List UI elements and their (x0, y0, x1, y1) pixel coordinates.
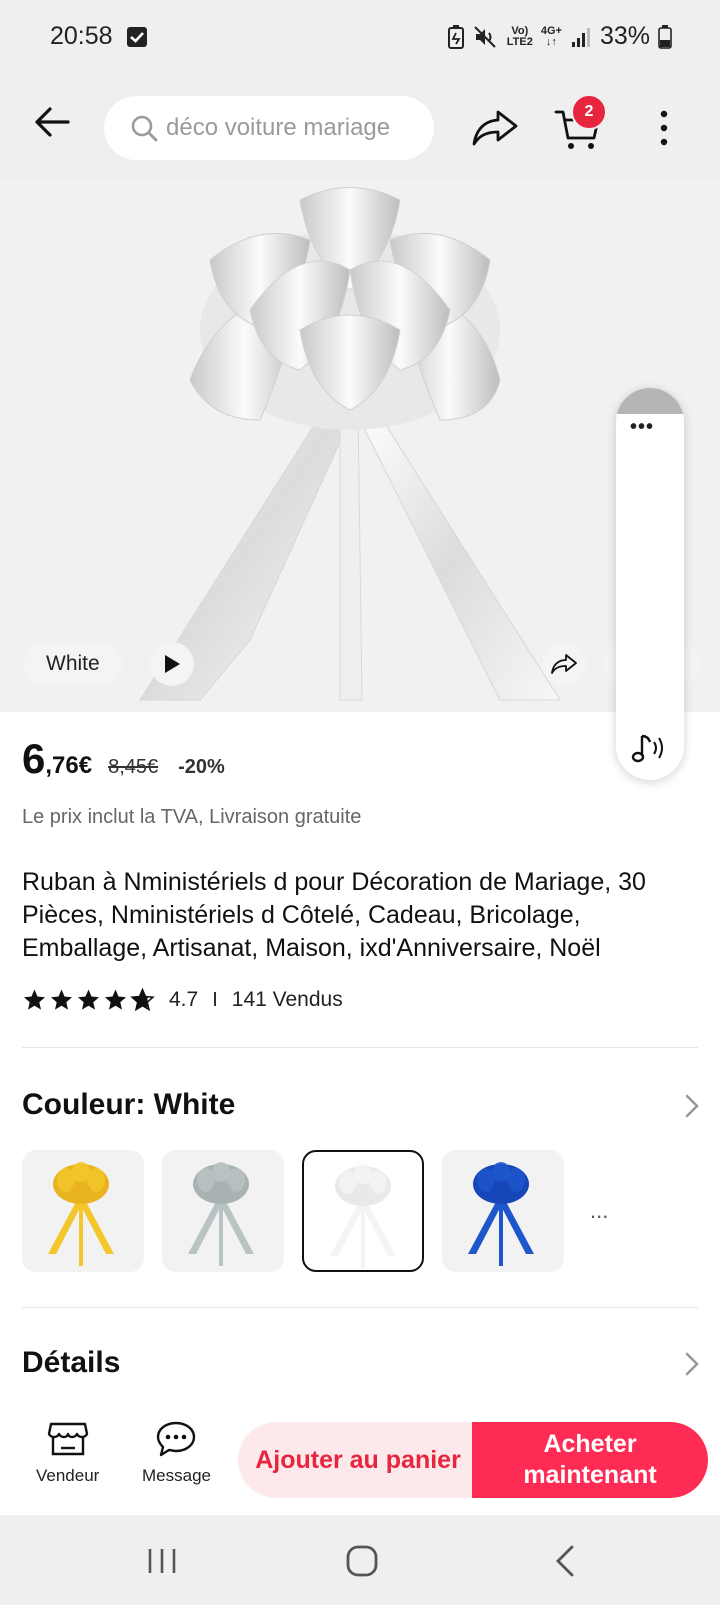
price-row: 6 ,76€ 8,45€ -20% (22, 735, 225, 783)
color-option-royal-blue[interactable] (442, 1150, 564, 1272)
original-price: 8,45€ (108, 756, 159, 778)
checkbox-notification-icon (127, 27, 147, 47)
more-colors-button[interactable]: ... (590, 1198, 608, 1224)
product-title: Ruban à Nministériels d pour Décoration … (22, 868, 646, 962)
chevron-right-icon[interactable] (682, 1350, 702, 1378)
home-icon[interactable] (342, 1541, 382, 1581)
add-to-cart-button[interactable]: Ajouter au panier (238, 1422, 478, 1498)
volte-indicator: Vo) LTE2 (506, 24, 533, 48)
star-partial-icon (130, 988, 155, 1012)
sold-count: 141 Vendus (231, 988, 343, 1011)
divider (22, 1307, 698, 1308)
music-sound-icon[interactable] (628, 728, 674, 768)
star-icon (51, 989, 72, 1010)
rating-value: 4.7 (169, 988, 199, 1011)
recent-apps-icon[interactable] (142, 1541, 182, 1581)
image-share-button[interactable] (542, 642, 586, 686)
vendor-label: Vendeur (36, 1466, 100, 1485)
floating-side-panel[interactable]: ••• (616, 388, 684, 780)
rating-stars (22, 988, 155, 1012)
volte-label: Vo) (511, 24, 529, 37)
bottom-action-bar: Vendeur Message Ajouter au panier Achete… (0, 1400, 720, 1515)
more-vertical-icon (660, 110, 668, 146)
top-toolbar: déco voiture mariage 2 (0, 76, 720, 180)
data-activity-label: ↓↑ (545, 35, 557, 48)
color-option-silver-grey[interactable] (162, 1150, 284, 1272)
bow-thumbnail-image (188, 1162, 254, 1266)
star-icon (105, 989, 126, 1010)
color-option-white[interactable] (302, 1150, 424, 1272)
play-video-button[interactable] (150, 642, 194, 686)
mute-icon (474, 25, 496, 48)
more-options-button[interactable] (650, 106, 678, 150)
color-options: ... (22, 1150, 608, 1272)
vendor-button[interactable]: Vendeur (36, 1420, 99, 1486)
bow-thumbnail-image (48, 1162, 114, 1266)
cart-count-badge: 2 (571, 94, 607, 130)
share-icon (472, 110, 518, 146)
search-input[interactable]: déco voiture mariage (104, 96, 434, 160)
bow-thumbnail-image (330, 1164, 396, 1268)
battery-saver-icon (447, 24, 464, 49)
search-placeholder: déco voiture mariage (166, 114, 391, 141)
battery-percent: 33% (599, 22, 650, 50)
lte-label: LTE2 (506, 35, 533, 48)
play-icon (165, 655, 180, 673)
details-section-title[interactable]: Détails (22, 1346, 120, 1380)
color-option-gold[interactable] (22, 1150, 144, 1272)
variant-chip[interactable]: White (24, 642, 122, 686)
system-navigation-bar (0, 1515, 720, 1605)
price-decimal: ,76€ (45, 752, 93, 779)
status-bar: 20:58 Vo) LTE2 4G+ ↓↑ 33% (0, 0, 720, 76)
share-icon (551, 654, 577, 674)
back-nav-icon[interactable] (546, 1541, 586, 1581)
star-icon (24, 989, 45, 1010)
star-icon (78, 989, 99, 1010)
signal-icon (571, 27, 590, 47)
status-time: 20:58 (50, 22, 113, 50)
message-label: Message (142, 1466, 211, 1485)
search-icon (131, 115, 158, 142)
store-icon (47, 1422, 88, 1456)
arrow-left-icon (35, 107, 70, 137)
share-button[interactable] (470, 106, 520, 150)
price-note: Le prix inclut la TVA, Livraison gratuit… (22, 806, 362, 828)
network-type-indicator: 4G+ ↓↑ (540, 24, 562, 48)
chevron-right-icon[interactable] (682, 1092, 702, 1120)
panel-menu-icon[interactable]: ••• (630, 416, 654, 439)
price-integer: 6 (22, 735, 46, 782)
rating-row[interactable]: 4.7 I 141 Vendus (22, 988, 343, 1012)
chat-bubble-icon (157, 1421, 196, 1457)
divider (22, 1047, 698, 1048)
network-type-label: 4G+ (540, 24, 562, 37)
back-button[interactable] (28, 98, 76, 146)
message-button[interactable]: Message (142, 1420, 211, 1486)
buy-now-button[interactable]: Acheter maintenant (472, 1422, 708, 1498)
bow-thumbnail-image (468, 1162, 534, 1266)
product-image (139, 187, 561, 701)
product-image-gallery[interactable]: White (0, 180, 720, 712)
status-icons: Vo) LTE2 4G+ ↓↑ 33% (447, 22, 672, 51)
discount-badge: -20% (178, 756, 225, 778)
rating-separator: I (212, 988, 218, 1011)
color-section-title[interactable]: Couleur: White (22, 1088, 235, 1122)
battery-icon (658, 24, 672, 49)
